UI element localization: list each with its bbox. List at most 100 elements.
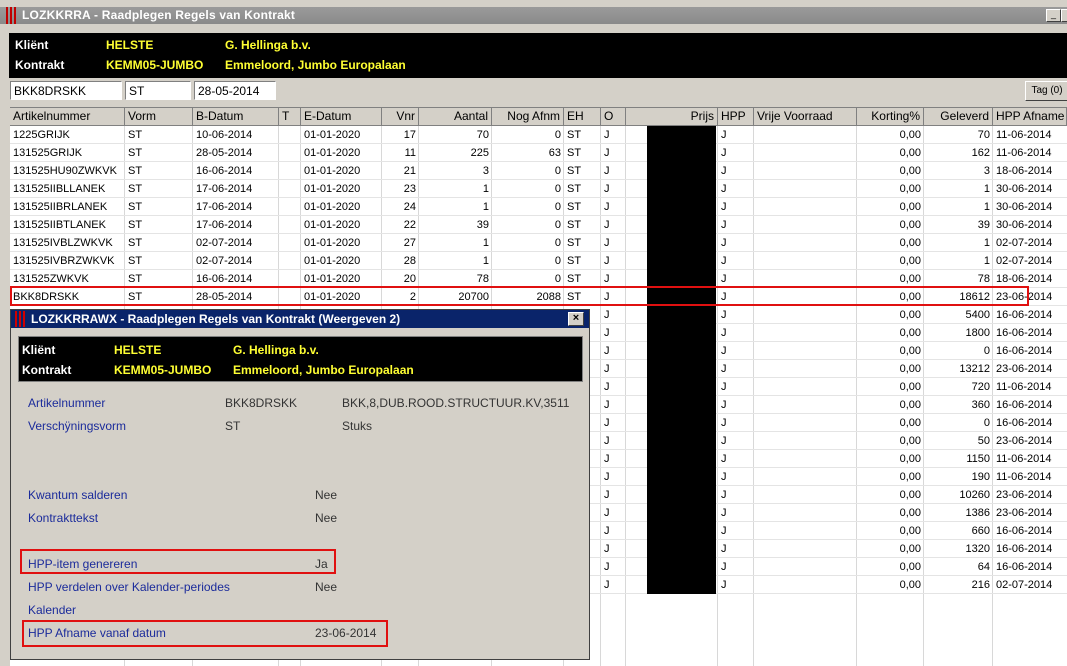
column-header[interactable]: Vorm (125, 108, 193, 125)
cell-edat: 01-01-2020 (304, 147, 361, 159)
cell-afname: 11-06-2014 (996, 381, 1052, 393)
cell-eh: ST (567, 165, 582, 177)
cell-geleverd: 3 (983, 165, 990, 177)
column-header[interactable]: HPP Afname (993, 108, 1067, 125)
cell-aantal: 39 (476, 219, 489, 231)
kontrakt-label: Kontrakt (15, 58, 65, 72)
cell-edat: 01-01-2020 (304, 201, 361, 213)
column-header[interactable]: Artikelnummer (10, 108, 125, 125)
minimize-button[interactable]: _ (1046, 9, 1061, 22)
cell-vnr: 27 (403, 237, 416, 249)
column-header[interactable]: Geleverd (924, 108, 993, 125)
cell-eh: ST (567, 183, 582, 195)
cell-vorm: ST (128, 183, 143, 195)
cell-geleverd: 1800 (965, 327, 990, 339)
column-header[interactable]: E-Datum (301, 108, 382, 125)
cell-hpp: J (721, 561, 727, 573)
cell-o: J (604, 165, 610, 177)
cell-geleverd: 162 (971, 147, 990, 159)
cell-afname: 11-06-2014 (996, 471, 1052, 483)
cell-geleverd: 190 (971, 471, 990, 483)
cell-afname: 16-06-2014 (996, 561, 1053, 573)
cell-hpp: J (721, 309, 727, 321)
cell-o: J (604, 363, 610, 375)
column-header[interactable]: Korting% (857, 108, 924, 125)
dialog-klient-label: Kliënt (22, 343, 56, 357)
cell-hpp: J (721, 219, 727, 231)
cell-afname: 11-06-2014 (996, 147, 1052, 159)
vorm-filter-input[interactable]: ST (125, 81, 191, 100)
column-header[interactable]: Nog Afnm (492, 108, 564, 125)
cell-bdat: 16-06-2014 (196, 165, 253, 177)
table-row[interactable]: 131525HU90ZWKVK ST 16-06-2014 01-01-2020 21 3… (10, 162, 1067, 180)
cell-hpp: J (721, 165, 727, 177)
cell-korting: 0,00 (899, 255, 921, 267)
cell-hpp: J (721, 579, 727, 591)
cell-hpp: J (721, 525, 727, 537)
column-header[interactable]: HPP (718, 108, 754, 125)
tag-button[interactable]: Tag (0) (1025, 81, 1067, 101)
dialog-close-button[interactable]: × (568, 312, 584, 326)
datum-filter-input[interactable]: 28-05-2014 (194, 81, 276, 100)
table-row[interactable]: 131525IIBTLANEK ST 17-06-2014 01-01-2020 22 3… (10, 216, 1067, 234)
table-row[interactable]: 1225GRIJK ST 10-06-2014 01-01-2020 17 70 0 ST J J… (10, 126, 1067, 144)
cell-art: 131525IIBLLANEK (13, 183, 106, 195)
cell-art: 131525GRIJK (13, 147, 83, 159)
cell-nog: 0 (554, 237, 561, 249)
cell-korting: 0,00 (899, 237, 921, 249)
cell-korting: 0,00 (899, 327, 921, 339)
vorm-code: ST (225, 419, 241, 433)
kontrakt-code: KEMM05-JUMBO (106, 58, 204, 72)
table-row[interactable]: 131525IVBLZWKVK ST 02-07-2014 01-01-2020 27 1… (10, 234, 1067, 252)
cell-vnr: 22 (403, 219, 416, 231)
cell-o: J (604, 561, 610, 573)
column-header[interactable]: Prijs (626, 108, 718, 125)
cell-o: J (604, 507, 610, 519)
contract-header: Kliënt HELSTE G. Hellinga b.v. Kontrakt … (9, 33, 1067, 78)
cell-aantal: 3 (482, 165, 489, 177)
column-header[interactable]: Vnr (382, 108, 419, 125)
cell-afname: 16-06-2014 (996, 417, 1053, 429)
cell-hpp: J (721, 417, 727, 429)
table-row[interactable]: 131525IIBLLANEK ST 17-06-2014 01-01-2020 23 1… (10, 180, 1067, 198)
kwantum-value: Nee (315, 488, 338, 502)
cell-aantal: 1 (482, 183, 489, 195)
artikel-desc: BKK,8,DUB.ROOD.STRUCTUUR.KV,3511 (342, 396, 570, 410)
column-header[interactable]: Aantal (419, 108, 492, 125)
cell-o: J (604, 399, 610, 411)
cell-korting: 0,00 (899, 579, 921, 591)
cell-o: J (604, 345, 610, 357)
kontrakttekst-value: Nee (315, 511, 338, 525)
cell-geleverd: 0 (983, 417, 990, 429)
maximize-button[interactable] (1061, 9, 1067, 22)
column-header[interactable]: EH (564, 108, 601, 125)
column-header[interactable]: T (279, 108, 301, 125)
cell-hpp: J (721, 399, 727, 411)
artikel-filter-input[interactable]: BKK8DRSKK (10, 81, 122, 100)
cell-vorm: ST (128, 255, 143, 267)
cell-o: J (604, 489, 610, 501)
cell-o: J (604, 201, 610, 213)
column-header[interactable]: O (601, 108, 626, 125)
cell-korting: 0,00 (899, 381, 921, 393)
cell-nog: 0 (554, 165, 561, 177)
cell-korting: 0,00 (899, 543, 921, 555)
table-row[interactable]: 131525IIBRLANEK ST 17-06-2014 01-01-2020 24 1… (10, 198, 1067, 216)
cell-geleverd: 720 (971, 381, 990, 393)
column-header[interactable]: B-Datum (193, 108, 279, 125)
cell-bdat: 02-07-2014 (196, 237, 253, 249)
cell-aantal: 1 (482, 255, 489, 267)
cell-o: J (604, 147, 610, 159)
hpp-item-value: Ja (315, 557, 328, 571)
table-row[interactable]: 131525IVBRZWKVK ST 02-07-2014 01-01-2020 28 1… (10, 252, 1067, 270)
cell-hpp: J (721, 183, 727, 195)
cell-afname: 30-06-2014 (996, 201, 1053, 213)
cell-o: J (604, 543, 610, 555)
cell-hpp: J (721, 201, 727, 213)
table-row[interactable]: 131525GRIJK ST 28-05-2014 01-01-2020 11 225 63… (10, 144, 1067, 162)
cell-geleverd: 1320 (965, 543, 990, 555)
column-header[interactable]: Vrije Voorraad (754, 108, 857, 125)
artikel-code: BKK8DRSKK (225, 396, 298, 410)
cell-vorm: ST (128, 237, 143, 249)
dialog-kontrakt-desc: Emmeloord, Jumbo Europalaan (233, 363, 414, 377)
